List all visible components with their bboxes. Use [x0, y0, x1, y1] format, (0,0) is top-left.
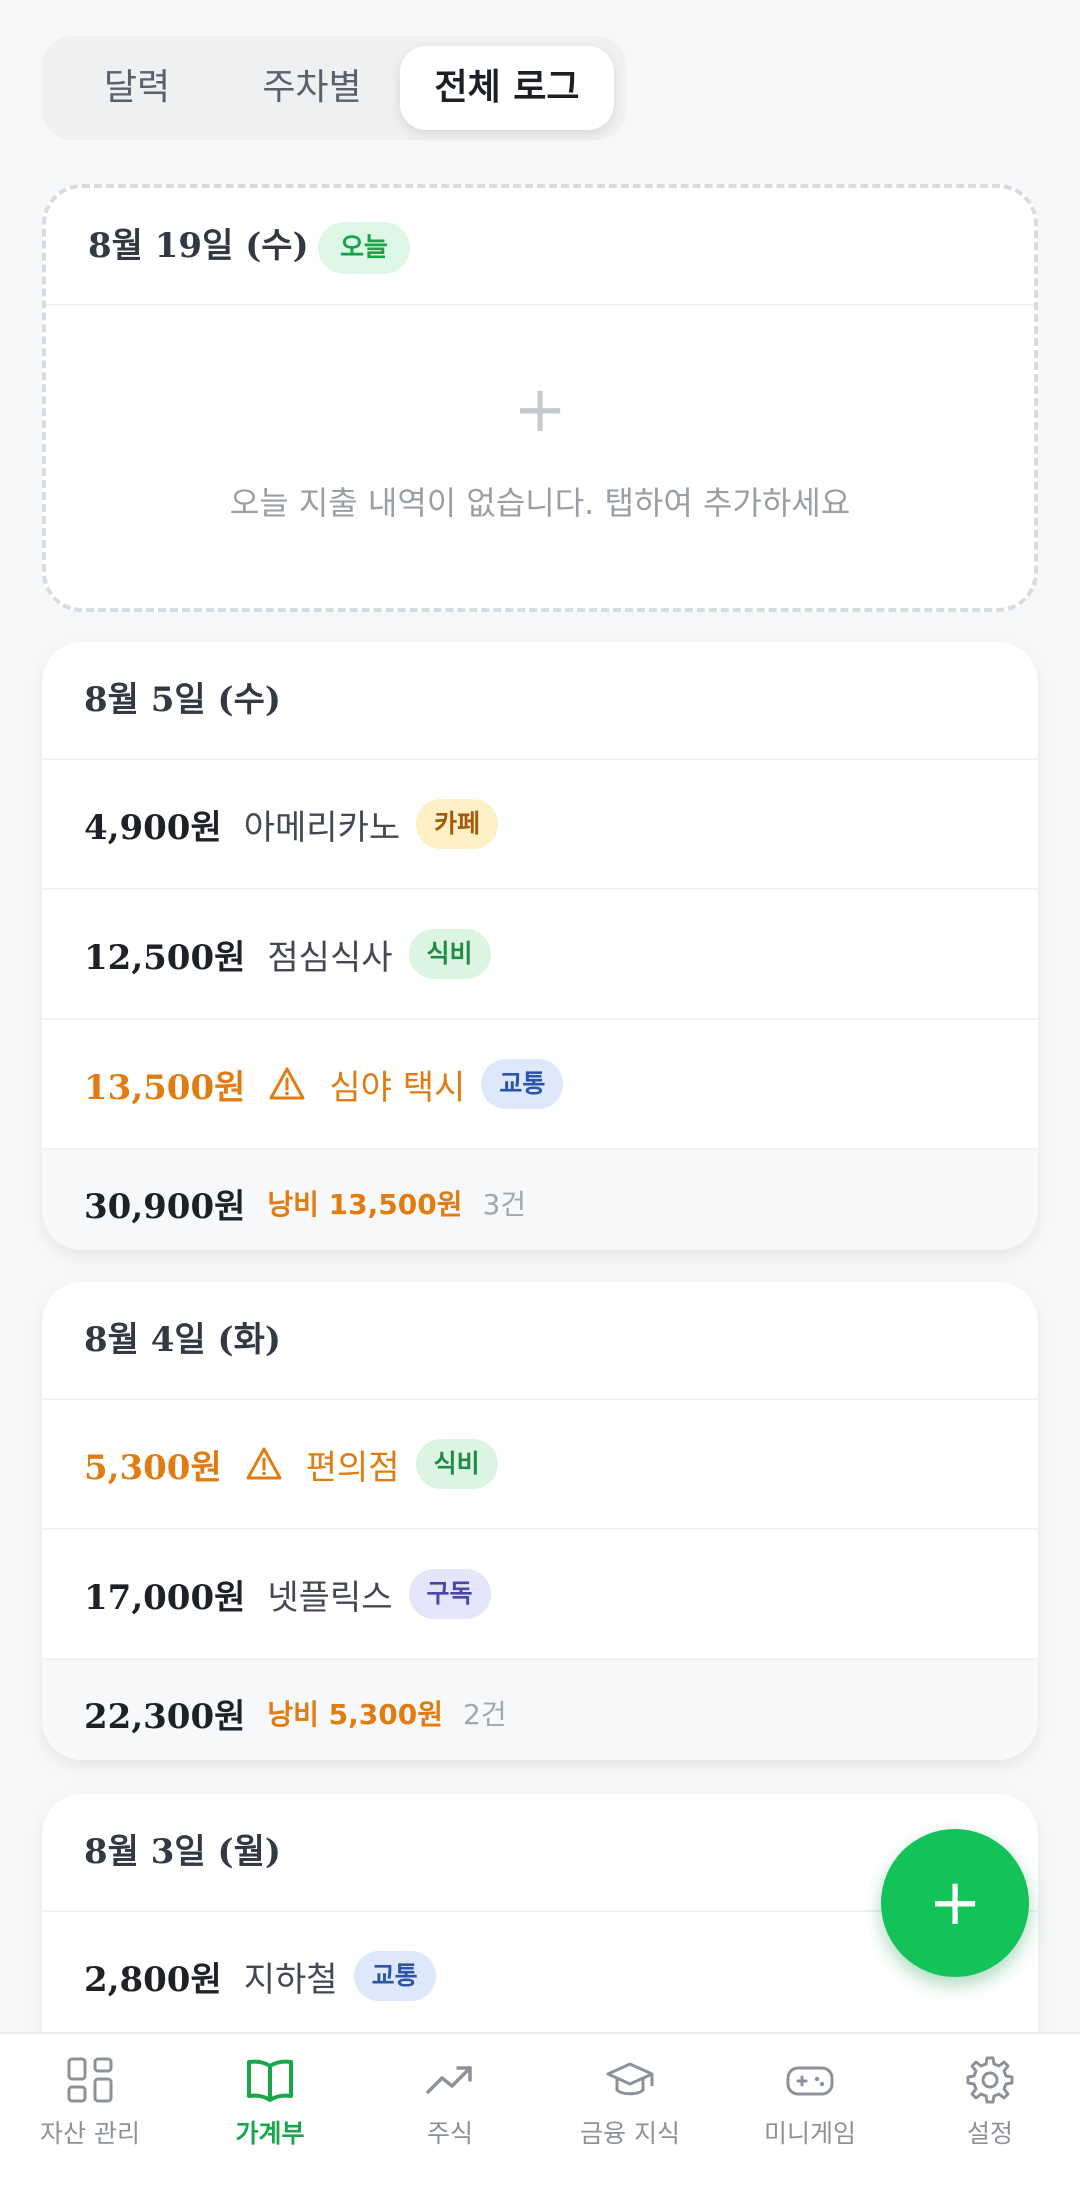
nav-label: 금융 지식	[580, 2119, 680, 2148]
expense-name: 편의점	[305, 1447, 400, 1488]
grid-icon	[67, 2057, 113, 2103]
nav-stocks[interactable]: 주식	[360, 2034, 540, 2186]
expense-amount: 12,500원	[84, 937, 246, 978]
day-summary: 30,900원 낭비 13,500원 3건	[42, 1150, 1038, 1250]
category-badge: 교통	[353, 1951, 436, 2001]
nav-label: 가계부	[235, 2119, 305, 2148]
nav-settings[interactable]: 설정	[900, 2034, 1080, 2186]
today-card[interactable]: 8월 19일 (수) 오늘 + 오늘 지출 내역이 없습니다. 탭하여 추가하세…	[42, 184, 1038, 612]
today-date: 8월 19일 (수)	[88, 226, 309, 266]
waste-amount: 낭비 13,500원	[267, 1188, 463, 1221]
category-badge: 카페	[416, 799, 499, 849]
tab-all-log[interactable]: 전체 로그	[400, 46, 614, 130]
expense-amount: 13,500원	[84, 1067, 246, 1108]
bottom-navigation: 자산 관리 가계부 주식 금융 지식 미니게임 설정	[0, 2032, 1080, 2186]
nav-household-ledger[interactable]: 가계부	[180, 2034, 360, 2186]
day-card: 8월 4일 (화) 5,300원 편의점 식비 17,000원 넷플릭스 구독 …	[42, 1282, 1038, 1760]
day-total: 30,900원	[84, 1186, 246, 1227]
expense-name: 넷플릭스	[267, 1577, 393, 1618]
expense-row[interactable]: 12,500원 점심식사 식비	[42, 890, 1038, 1020]
category-badge: 교통	[481, 1059, 564, 1109]
expense-amount: 5,300원	[84, 1447, 222, 1488]
expense-amount: 17,000원	[84, 1577, 246, 1618]
tab-calendar[interactable]: 달력	[52, 46, 222, 130]
category-badge: 식비	[408, 929, 491, 979]
expense-amount: 2,800원	[84, 1959, 222, 2000]
nav-minigame[interactable]: 미니게임	[720, 2034, 900, 2186]
nav-label: 미니게임	[763, 2119, 856, 2148]
expense-row-warning[interactable]: 13,500원 심야 택시 교통	[42, 1020, 1038, 1150]
expense-row-warning[interactable]: 5,300원 편의점 식비	[42, 1400, 1038, 1530]
nav-label: 자산 관리	[40, 2119, 140, 2148]
warning-icon	[244, 1444, 284, 1484]
today-badge: 오늘	[318, 222, 410, 274]
category-badge: 식비	[415, 1439, 498, 1489]
day-card-header: 8월 4일 (화)	[42, 1282, 1038, 1400]
day-date: 8월 5일 (수)	[84, 680, 282, 720]
waste-amount: 낭비 5,300원	[267, 1698, 444, 1731]
gamepad-icon	[786, 2066, 834, 2096]
add-plus-icon[interactable]: +	[46, 378, 1034, 442]
category-badge: 구독	[408, 1569, 491, 1619]
add-expense-button[interactable]: +	[881, 1829, 1029, 1977]
view-segmented-control: 달력 주차별 전체 로그	[42, 36, 626, 140]
item-count: 2건	[463, 1698, 507, 1731]
today-card-header: 8월 19일 (수) 오늘	[46, 188, 1034, 306]
day-date: 8월 4일 (화)	[84, 1320, 282, 1360]
trend-up-icon	[426, 2066, 472, 2094]
day-card: 8월 5일 (수) 4,900원 아메리카노 카페 12,500원 점심식사 식…	[42, 642, 1038, 1250]
empty-state-text: 오늘 지출 내역이 없습니다. 탭하여 추가하세요	[229, 484, 851, 522]
nav-financial-knowledge[interactable]: 금융 지식	[540, 2034, 720, 2186]
expense-amount: 4,900원	[84, 807, 222, 848]
day-date: 8월 3일 (월)	[84, 1832, 282, 1872]
item-count: 3건	[482, 1188, 527, 1221]
day-summary: 22,300원 낭비 5,300원 2건	[42, 1660, 1038, 1760]
expense-row[interactable]: 4,900원 아메리카노 카페	[42, 760, 1038, 890]
book-icon	[247, 2059, 293, 2102]
day-card-header: 8월 5일 (수)	[42, 642, 1038, 760]
expense-row[interactable]: 17,000원 넷플릭스 구독	[42, 1530, 1038, 1660]
expense-name: 심야 택시	[329, 1067, 466, 1108]
plus-icon: +	[928, 1866, 982, 1940]
graduation-cap-icon	[606, 2062, 654, 2096]
expense-name: 점심식사	[267, 937, 393, 978]
nav-label: 설정	[966, 2119, 1013, 2148]
expense-name: 지하철	[243, 1959, 338, 2000]
expense-name: 아메리카노	[243, 807, 401, 848]
day-total: 22,300원	[84, 1696, 246, 1737]
nav-asset-management[interactable]: 자산 관리	[0, 2034, 180, 2186]
tab-weekly[interactable]: 주차별	[222, 46, 402, 130]
nav-label: 주식	[426, 2119, 473, 2148]
warning-icon	[267, 1064, 307, 1104]
gear-icon	[966, 2056, 1014, 2104]
